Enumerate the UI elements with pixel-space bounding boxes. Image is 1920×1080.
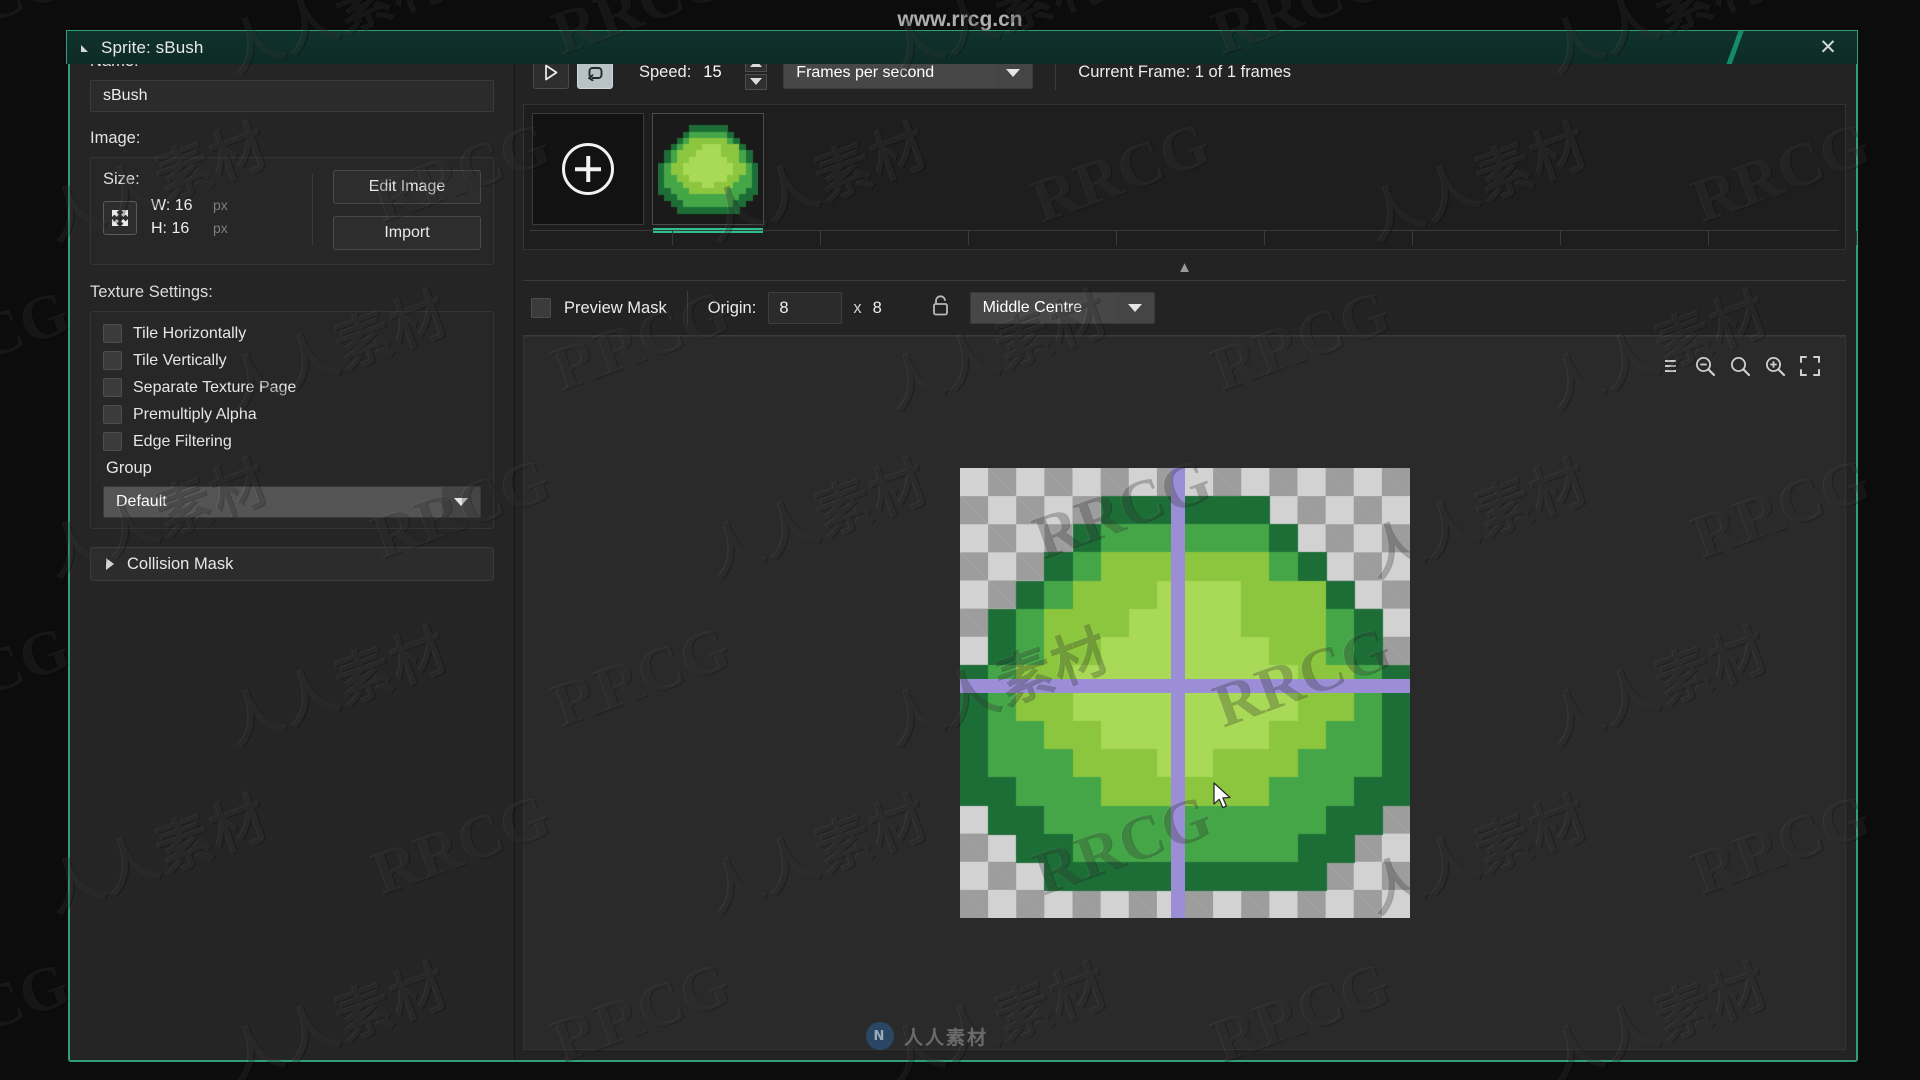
preview-mask-checkbox[interactable] xyxy=(531,298,551,318)
chevron-up-icon: ▲ xyxy=(1177,258,1192,276)
sprite-name-input[interactable]: sBush xyxy=(90,80,494,112)
timeline-tick xyxy=(1560,231,1561,245)
timeline-tick xyxy=(672,231,673,245)
frame-1-thumbnail xyxy=(658,119,758,219)
origin-divider xyxy=(686,291,688,325)
window-title-bar[interactable]: Sprite: sBush ✕ xyxy=(66,30,1858,64)
checkbox-icon[interactable] xyxy=(103,432,122,451)
zoom-controls xyxy=(1657,353,1823,379)
import-button[interactable]: Import xyxy=(333,216,481,250)
texture-checkbox-list: Tile Horizontally Tile Vertically Separate… xyxy=(103,320,481,455)
titlebar-accent xyxy=(1683,31,1803,64)
add-frame-plus-icon xyxy=(562,143,614,195)
frame-thumbnail-1[interactable] xyxy=(652,113,764,233)
sprite-height-value: H: 16 xyxy=(151,220,190,237)
zoom-out-icon[interactable] xyxy=(1692,353,1718,379)
zoom-list-icon[interactable] xyxy=(1657,353,1683,379)
checkbox-label: Premultiply Alpha xyxy=(133,405,257,423)
preview-mask-label: Preview Mask xyxy=(564,298,667,317)
lock-icon[interactable] xyxy=(931,294,950,322)
speed-decrement-button[interactable] xyxy=(745,73,768,90)
fit-to-screen-icon[interactable] xyxy=(1797,353,1823,379)
timeline-tick xyxy=(1708,231,1709,245)
origin-label: Origin: xyxy=(707,298,757,317)
timeline-tick xyxy=(1264,231,1265,245)
size-label: Size: xyxy=(103,170,140,188)
close-icon[interactable]: ✕ xyxy=(1815,35,1841,61)
window-title: Sprite: sBush xyxy=(101,37,204,57)
checkbox-label: Tile Vertically xyxy=(133,351,227,369)
texture-settings-group: Tile Horizontally Tile Vertically Separate… xyxy=(90,311,494,529)
height-unit-label: px xyxy=(213,220,228,236)
origin-preset-select[interactable]: Middle Centre xyxy=(969,292,1155,324)
collision-mask-label: Collision Mask xyxy=(127,554,234,573)
watermark-url: www.rrcg.cn xyxy=(897,8,1023,31)
texture-checkbox-3[interactable]: Premultiply Alpha xyxy=(103,401,481,428)
checkbox-icon[interactable] xyxy=(103,324,122,343)
texture-checkbox-0[interactable]: Tile Horizontally xyxy=(103,320,481,347)
speed-label: Speed: xyxy=(639,63,692,81)
collapse-frame-strip-button[interactable]: ▲ xyxy=(523,254,1846,280)
zoom-reset-icon[interactable] xyxy=(1727,353,1753,379)
origin-x-input[interactable]: 8 xyxy=(768,292,843,324)
origin-separator: x xyxy=(853,298,862,317)
group-label: Group xyxy=(106,459,152,477)
properties-panel: Name: sBush Image: Size: xyxy=(70,30,515,1060)
texture-checkbox-4[interactable]: Edge Filtering xyxy=(103,428,481,455)
sprite-pixels xyxy=(959,468,1410,918)
group-select-value: Default xyxy=(104,487,442,517)
checkbox-label: Tile Horizontally xyxy=(133,324,247,342)
timeline-tick xyxy=(968,231,969,245)
current-frame-status: Current Frame: 1 of 1 frames xyxy=(1078,63,1292,81)
checkbox-label: Edge Filtering xyxy=(133,432,232,450)
origin-y-input[interactable]: 8 xyxy=(873,292,913,324)
collapse-caret-icon[interactable] xyxy=(81,42,93,54)
group-select[interactable]: Default xyxy=(103,486,481,518)
origin-toolbar: Preview Mask Origin: 8 x 8 Middle Centre xyxy=(523,280,1846,336)
sprite-canvas-area[interactable] xyxy=(523,336,1846,1050)
edit-image-button[interactable]: Edit Image xyxy=(333,170,481,204)
origin-preset-value: Middle Centre xyxy=(970,293,1116,323)
sprite-editor-window: Name: sBush Image: Size: xyxy=(68,30,1858,1062)
checkbox-icon[interactable] xyxy=(103,405,122,424)
texture-checkbox-1[interactable]: Tile Vertically xyxy=(103,347,481,374)
zoom-in-icon[interactable] xyxy=(1762,353,1788,379)
frame-strip xyxy=(523,104,1857,250)
image-label: Image: xyxy=(90,129,141,147)
chevron-down-icon xyxy=(442,487,480,517)
texture-checkbox-2[interactable]: Separate Texture Page xyxy=(103,374,481,401)
chevron-down-icon xyxy=(1115,293,1154,323)
checkbox-icon[interactable] xyxy=(103,378,122,397)
sprite-width-value: W: 16 xyxy=(151,197,193,214)
sprite-editor-main: Speed: 15 Frames per second Current Fram… xyxy=(515,30,1857,1060)
timeline-tick xyxy=(1856,231,1857,245)
width-unit-label: px xyxy=(213,197,228,213)
timeline-ruler xyxy=(530,230,1839,231)
timeline-tick xyxy=(1116,231,1117,245)
sprite-preview xyxy=(959,468,1410,918)
size-divider xyxy=(312,174,313,246)
timeline-tick xyxy=(820,231,821,245)
add-frame-button[interactable] xyxy=(532,113,644,225)
chevron-right-icon xyxy=(106,558,114,570)
texture-settings-label: Texture Settings: xyxy=(90,283,213,301)
checkbox-icon[interactable] xyxy=(103,351,122,370)
collision-mask-expander[interactable]: Collision Mask xyxy=(90,547,494,581)
mouse-pointer-icon xyxy=(1213,782,1231,809)
timeline-tick xyxy=(1412,231,1413,245)
image-size-group: Size: W: 16 px H: 16 px Edit Image Impor… xyxy=(90,157,494,265)
resize-arrows-icon[interactable] xyxy=(103,200,137,235)
speed-value[interactable]: 15 xyxy=(703,63,729,82)
checkbox-label: Separate Texture Page xyxy=(133,378,297,396)
